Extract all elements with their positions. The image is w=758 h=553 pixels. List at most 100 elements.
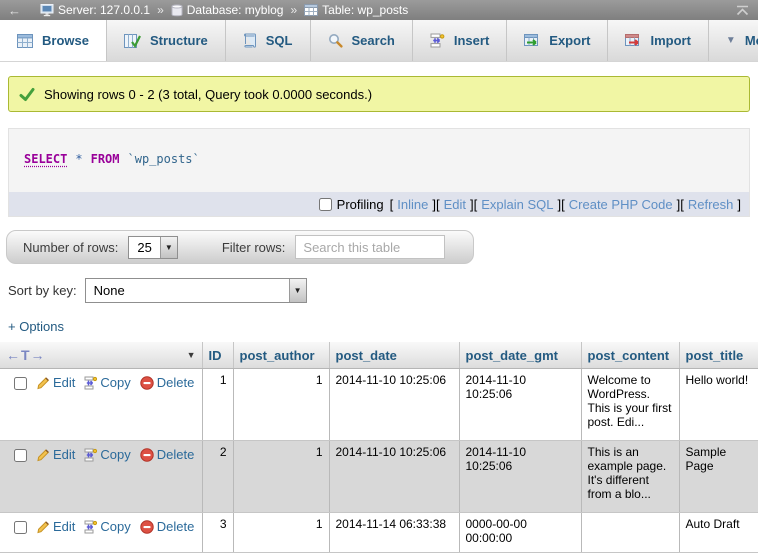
header-post-date-gmt[interactable]: post_date_gmt bbox=[459, 342, 581, 369]
delete-label: Delete bbox=[157, 519, 195, 534]
tab-browse[interactable]: Browse bbox=[0, 20, 107, 61]
tab-structure-label: Structure bbox=[150, 33, 208, 48]
row-checkbox[interactable] bbox=[14, 377, 27, 390]
table-icon bbox=[304, 4, 318, 16]
tab-import[interactable]: Import bbox=[608, 20, 708, 61]
cell-post-date: 2014-11-14 06:33:38 bbox=[329, 513, 459, 553]
sort-by-key-label: Sort by key: bbox=[8, 283, 77, 298]
breadcrumb-database[interactable]: Database: myblog bbox=[171, 3, 284, 17]
options-toggle-link[interactable]: + Options bbox=[8, 319, 78, 334]
header-post-content[interactable]: post_content bbox=[581, 342, 679, 369]
breadcrumb-table-label: Table: wp_posts bbox=[322, 3, 408, 17]
sql-table-identifier: `wp_posts` bbox=[128, 152, 200, 166]
tab-more-label: More bbox=[745, 33, 758, 48]
row-checkbox[interactable] bbox=[14, 449, 27, 462]
profiling-checkbox[interactable] bbox=[319, 198, 332, 211]
status-message: Showing rows 0 - 2 (3 total, Query took … bbox=[8, 76, 750, 112]
cell-post-author: 1 bbox=[233, 369, 329, 441]
tab-bar: Browse Structure SQL Search Insert Expor… bbox=[0, 20, 758, 62]
edit-query-link[interactable]: Edit bbox=[444, 197, 466, 212]
copy-label: Copy bbox=[100, 447, 130, 462]
cell-post-content: Welcome to WordPress. This is your first… bbox=[581, 369, 679, 441]
explain-sql-link[interactable]: Explain SQL bbox=[481, 197, 553, 212]
refresh-link[interactable]: Refresh bbox=[688, 197, 734, 212]
sql-query-box: SELECT*FROM`wp_posts` Profiling [Inline]… bbox=[8, 128, 750, 217]
number-of-rows-select[interactable]: 25 ▼ bbox=[128, 236, 177, 259]
delete-icon bbox=[140, 376, 154, 390]
tab-structure[interactable]: Structure bbox=[107, 20, 226, 61]
tab-export[interactable]: Export bbox=[507, 20, 608, 61]
breadcrumb-bar: ← Server: 127.0.0.1 » Database: myblog »… bbox=[0, 0, 758, 20]
tab-sql-label: SQL bbox=[266, 33, 293, 48]
database-icon bbox=[171, 4, 183, 17]
header-post-title[interactable]: post_title bbox=[679, 342, 758, 369]
cell-post-author: 1 bbox=[233, 441, 329, 513]
tab-browse-label: Browse bbox=[42, 33, 89, 48]
sort-by-key-value: None bbox=[86, 279, 289, 302]
table-row: Edit Copy Delete 3 1 2014-11-14 06:33:38… bbox=[0, 513, 758, 553]
cell-post-date-gmt: 2014-11-10 10:25:06 bbox=[459, 369, 581, 441]
breadcrumb-server[interactable]: Server: 127.0.0.1 bbox=[40, 3, 150, 17]
sort-by-key-select[interactable]: None ▼ bbox=[85, 278, 307, 303]
tab-sql[interactable]: SQL bbox=[226, 20, 311, 61]
pencil-icon bbox=[36, 376, 50, 390]
tab-more[interactable]: ▼ More bbox=[709, 20, 758, 61]
cell-post-title: Hello world! bbox=[679, 369, 758, 441]
breadcrumb-database-label: Database: myblog bbox=[187, 3, 284, 17]
sql-keyword-select[interactable]: SELECT bbox=[24, 152, 67, 166]
copy-label: Copy bbox=[100, 519, 130, 534]
delete-row-link[interactable]: Delete bbox=[140, 447, 195, 462]
scroll-to-top-icon[interactable] bbox=[735, 5, 750, 16]
edit-label: Edit bbox=[53, 375, 75, 390]
copy-row-link[interactable]: Copy bbox=[84, 375, 130, 390]
cell-post-content bbox=[581, 513, 679, 553]
edit-label: Edit bbox=[53, 519, 75, 534]
number-of-rows-value: 25 bbox=[129, 237, 159, 258]
header-post-author[interactable]: post_author bbox=[233, 342, 329, 369]
cell-post-date-gmt: 0000-00-00 00:00:00 bbox=[459, 513, 581, 553]
sql-footer-bar: Profiling [Inline] [Edit] [Explain SQL] … bbox=[9, 192, 749, 216]
filter-search-input[interactable] bbox=[295, 235, 445, 259]
bracket: [ bbox=[436, 197, 440, 212]
tab-insert-label: Insert bbox=[454, 33, 489, 48]
delete-row-link[interactable]: Delete bbox=[140, 375, 195, 390]
select-arrow-icon: ▼ bbox=[160, 237, 177, 258]
inline-link[interactable]: Inline bbox=[397, 197, 428, 212]
sql-keyword-from: FROM bbox=[91, 152, 120, 166]
delete-label: Delete bbox=[157, 375, 195, 390]
row-checkbox[interactable] bbox=[14, 521, 27, 534]
server-icon bbox=[40, 4, 54, 17]
copy-row-link[interactable]: Copy bbox=[84, 519, 130, 534]
pencil-icon bbox=[36, 520, 50, 534]
table-row: Edit Copy Delete 2 1 2014-11-10 10:25:06… bbox=[0, 441, 758, 513]
tab-search[interactable]: Search bbox=[311, 20, 413, 61]
cell-post-date: 2014-11-10 10:25:06 bbox=[329, 369, 459, 441]
cell-post-title: Auto Draft bbox=[679, 513, 758, 553]
copy-icon bbox=[84, 376, 97, 390]
back-arrow-icon[interactable]: ← bbox=[8, 3, 21, 18]
edit-row-link[interactable]: Edit bbox=[36, 375, 75, 390]
export-icon bbox=[524, 34, 540, 48]
breadcrumb-server-label: Server: 127.0.0.1 bbox=[58, 3, 150, 17]
success-check-icon bbox=[19, 87, 35, 102]
header-id[interactable]: ID bbox=[202, 342, 233, 369]
cell-post-date: 2014-11-10 10:25:06 bbox=[329, 441, 459, 513]
table-row: Edit Copy Delete 1 1 2014-11-10 10:25:06… bbox=[0, 369, 758, 441]
cell-post-content: This is an example page. It's different … bbox=[581, 441, 679, 513]
edit-row-link[interactable]: Edit bbox=[36, 447, 75, 462]
copy-row-link[interactable]: Copy bbox=[84, 447, 130, 462]
breadcrumb-separator: » bbox=[290, 3, 297, 17]
column-options-caret-icon[interactable]: ▼ bbox=[187, 350, 196, 360]
transpose-icon[interactable]: ←T→ bbox=[6, 347, 46, 363]
rows-filter-bar: Number of rows: 25 ▼ Filter rows: bbox=[6, 230, 474, 264]
breadcrumb-table[interactable]: Table: wp_posts bbox=[304, 3, 408, 17]
delete-icon bbox=[140, 520, 154, 534]
bracket: [ bbox=[474, 197, 478, 212]
header-post-date[interactable]: post_date bbox=[329, 342, 459, 369]
delete-row-link[interactable]: Delete bbox=[140, 519, 195, 534]
tab-insert[interactable]: Insert bbox=[413, 20, 507, 61]
tab-search-label: Search bbox=[352, 33, 395, 48]
edit-row-link[interactable]: Edit bbox=[36, 519, 75, 534]
cell-post-title: Sample Page bbox=[679, 441, 758, 513]
create-php-code-link[interactable]: Create PHP Code bbox=[569, 197, 673, 212]
